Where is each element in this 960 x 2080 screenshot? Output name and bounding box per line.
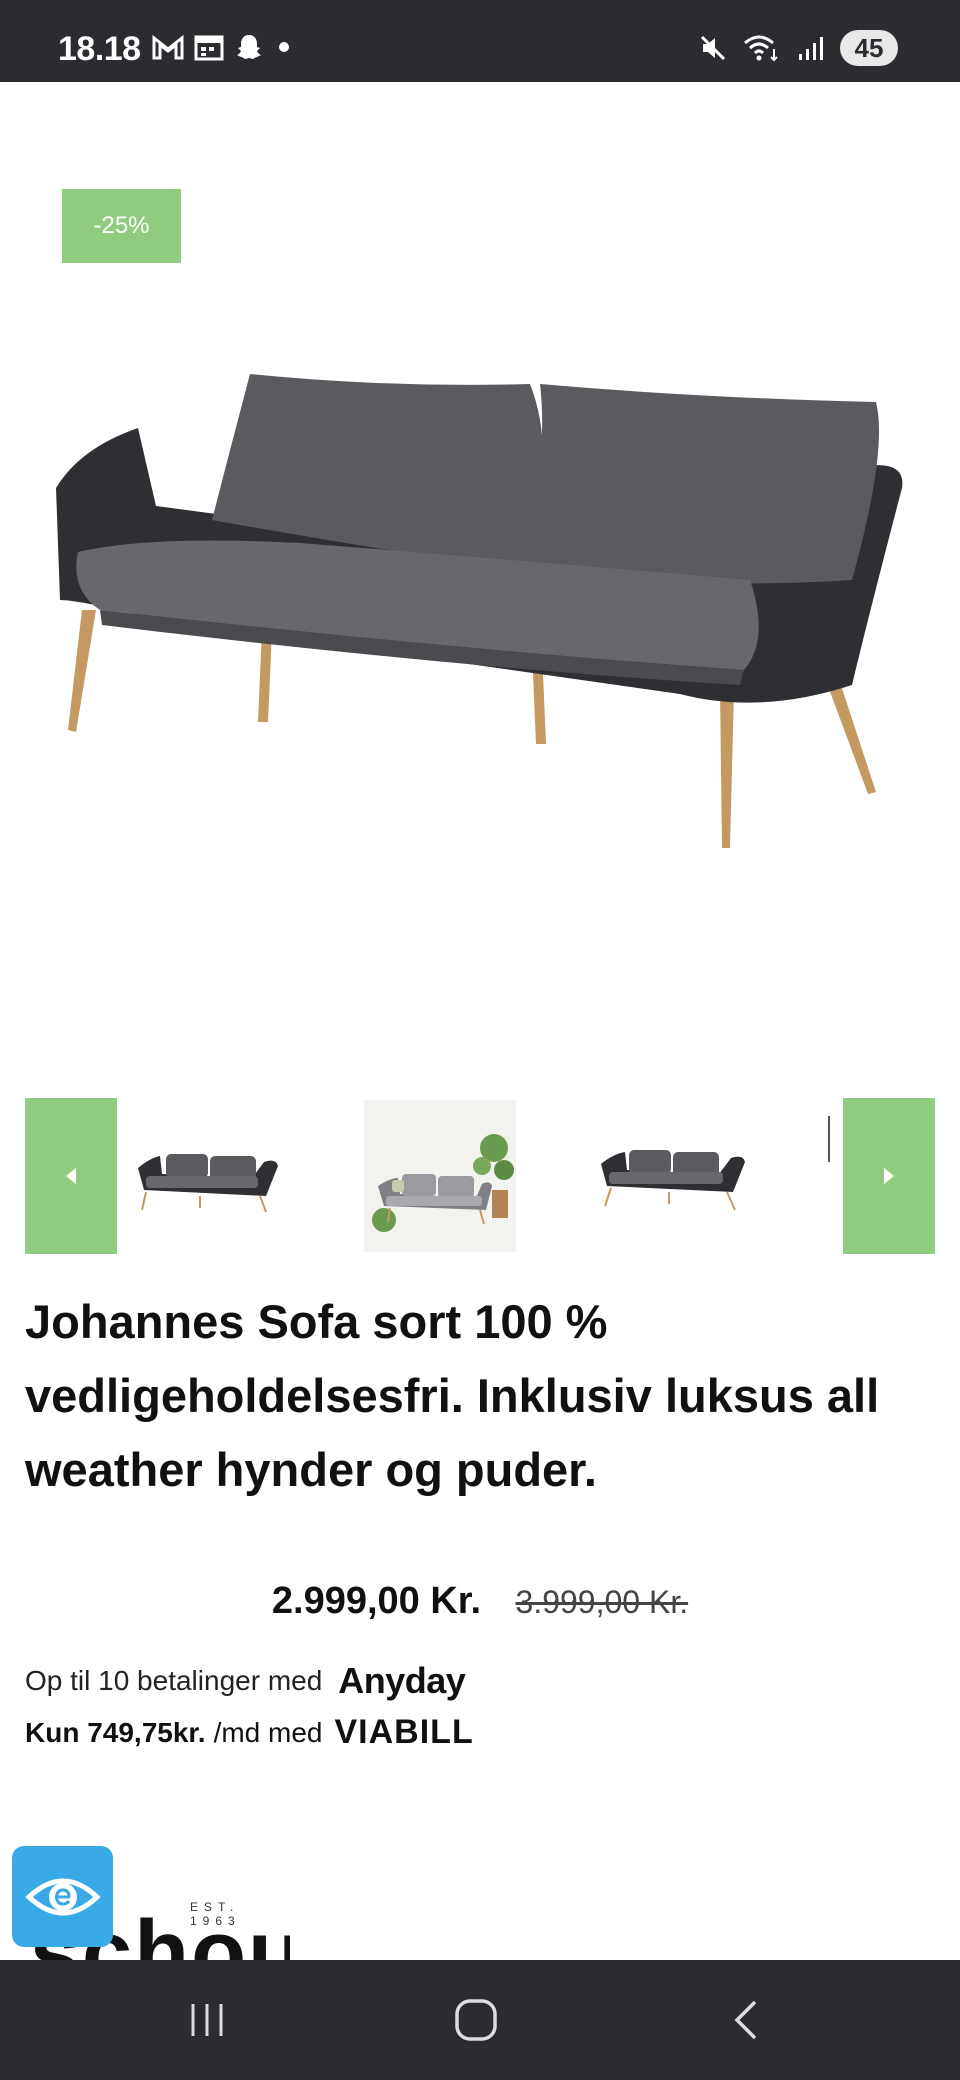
discount-badge: -25%: [62, 189, 181, 263]
anyday-text: Op til 10 betalinger med: [25, 1665, 323, 1696]
product-main-image[interactable]: [40, 340, 920, 860]
accessibility-button[interactable]: [12, 1846, 113, 1947]
dot-icon: [279, 42, 289, 52]
anyday-payment-info[interactable]: Op til 10 betalinger med Anyday: [25, 1660, 466, 1702]
thumbnail-strip: [0, 1098, 960, 1254]
viabill-logo: VIABILL: [334, 1713, 474, 1751]
viabill-amount: Kun 749,75kr.: [25, 1716, 206, 1748]
previous-image-button[interactable]: [25, 1098, 117, 1254]
eye-icon: [24, 1878, 101, 1915]
home-icon: [455, 1999, 497, 2041]
thumbnail-3[interactable]: [595, 1100, 747, 1252]
system-icons: 45: [698, 30, 898, 66]
anyday-logo: Anyday: [338, 1660, 466, 1701]
thumbnail-4-edge: [828, 1116, 830, 1162]
chevron-right-icon: [884, 1168, 894, 1184]
thumbnail-1[interactable]: [130, 1100, 282, 1252]
price-row: 2.999,00 Kr. 3.999,00 Kr.: [0, 1580, 960, 1623]
calendar-icon: [194, 35, 224, 61]
original-price: 3.999,00 Kr.: [515, 1584, 689, 1620]
thumbnail-2[interactable]: [364, 1100, 516, 1252]
back-icon: [734, 2000, 757, 2040]
next-image-button[interactable]: [843, 1098, 935, 1254]
navigation-bar: [0, 1960, 960, 2080]
notification-icons: [152, 32, 294, 62]
home-button[interactable]: [416, 1960, 536, 2080]
viabill-text: /md med: [213, 1716, 323, 1748]
status-bar: 18.18 45: [0, 0, 960, 82]
recent-apps-icon: [191, 2004, 223, 2036]
wifi-icon: [744, 35, 778, 62]
battery-indicator: 45: [840, 30, 898, 66]
chevron-left-icon: [66, 1168, 76, 1184]
signal-icon: [799, 37, 823, 60]
gmail-icon: [152, 34, 184, 60]
product-title: Johannes Sofa sort 100 % vedligeholdelse…: [25, 1295, 880, 1496]
viabill-payment-info[interactable]: Kun 749,75kr. /md med VIABILL: [25, 1713, 474, 1752]
snapchat-icon: [237, 35, 261, 59]
recent-apps-button[interactable]: [147, 1960, 267, 2080]
back-button[interactable]: [686, 1960, 806, 2080]
current-price: 2.999,00 Kr.: [271, 1580, 482, 1622]
status-time: 18.18: [58, 30, 141, 68]
mute-icon: [700, 35, 726, 61]
